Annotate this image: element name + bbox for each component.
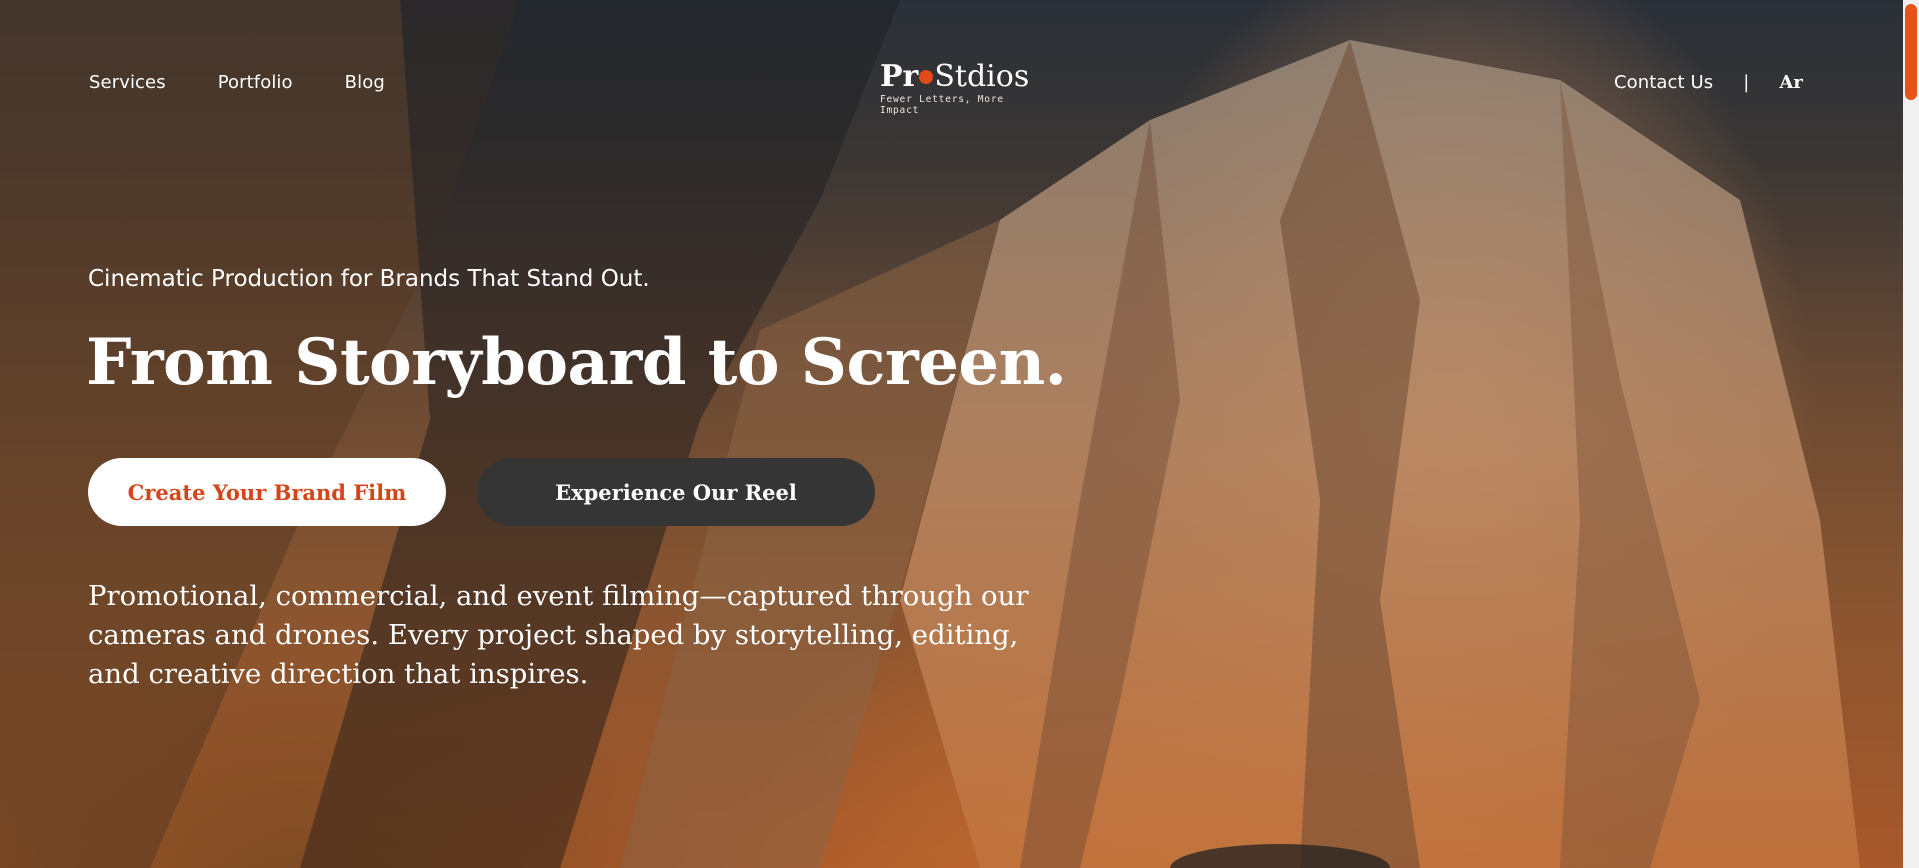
brand-logo[interactable]: Pr Stdios Fewer Letters, More Impact xyxy=(880,62,1030,117)
logo-word-start: Pr xyxy=(880,59,919,94)
hero-subheading: Cinematic Production for Brands That Sta… xyxy=(88,266,650,292)
mountain-background-image xyxy=(0,0,1860,868)
language-toggle-arabic[interactable]: Ar xyxy=(1779,72,1803,93)
page-scrollbar[interactable] xyxy=(1903,0,1919,868)
logo-dot-icon xyxy=(919,70,934,84)
hero-description: Promotional, commercial, and event filmi… xyxy=(88,580,1029,690)
nav-link-services[interactable]: Services xyxy=(89,72,166,93)
contact-us-link[interactable]: Contact Us xyxy=(1614,72,1713,93)
secondary-nav: Contact Us | Ar xyxy=(1614,72,1803,93)
nav-link-blog[interactable]: Blog xyxy=(345,72,385,93)
hero-headline: From Storyboard to Screen. xyxy=(86,325,1067,400)
nav-separator: | xyxy=(1743,72,1750,93)
scrollbar-thumb[interactable] xyxy=(1905,4,1917,100)
primary-nav: Services Portfolio Blog xyxy=(89,72,385,93)
logo-word-end: Stdios xyxy=(934,59,1030,94)
create-brand-film-button[interactable]: Create Your Brand Film xyxy=(88,458,446,526)
logo-wordmark: Pr Stdios xyxy=(880,62,1030,92)
hero-section: Services Portfolio Blog Pr Stdios Fewer … xyxy=(0,0,1903,868)
logo-tagline: Fewer Letters, More Impact xyxy=(880,94,1004,116)
experience-reel-button[interactable]: Experience Our Reel xyxy=(477,458,875,526)
nav-link-portfolio[interactable]: Portfolio xyxy=(218,72,293,93)
